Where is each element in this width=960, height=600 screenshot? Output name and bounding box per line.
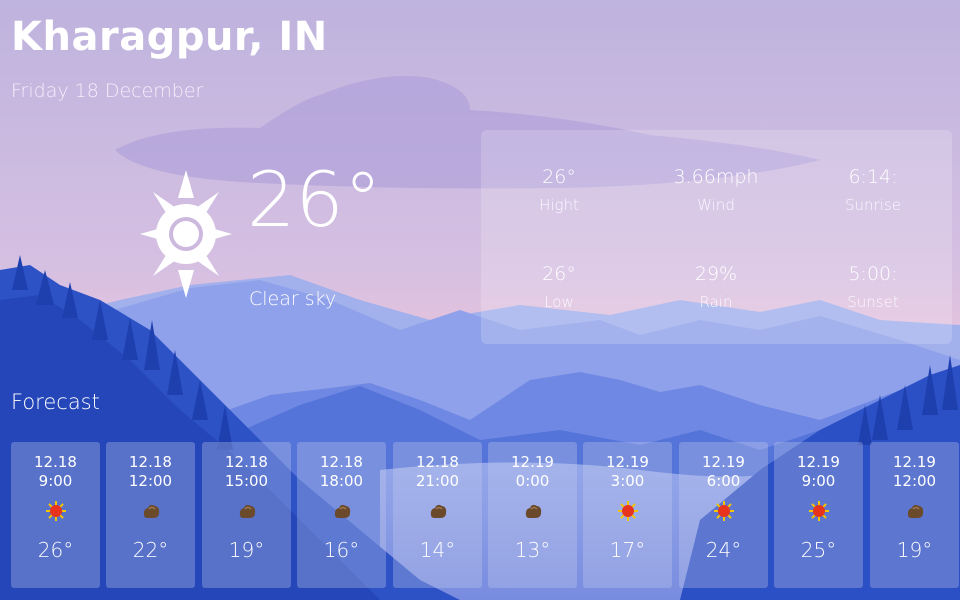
forecast-date: 12.19: [797, 453, 840, 471]
forecast-temperature: 26°: [37, 537, 74, 562]
forecast-date: 12.18: [225, 453, 268, 471]
stat-sunrise-label: Sunrise: [845, 196, 901, 214]
cloud-icon: [525, 504, 541, 518]
forecast-card[interactable]: 12.19 9:00 25°: [774, 442, 863, 588]
sun-icon: [808, 500, 829, 521]
stat-wind: 3.66mph Wind: [641, 166, 791, 214]
forecast-card[interactable]: 12.18 9:00 26°: [11, 442, 100, 588]
stat-sunset-value: 5:00:: [848, 263, 898, 285]
stat-low-value: 26°: [542, 263, 576, 285]
cloud-icon: [334, 504, 350, 518]
forecast-time: 18:00: [319, 471, 364, 490]
forecast-card[interactable]: 12.18 21:00 14°: [393, 442, 482, 588]
stat-low: 26° Low: [484, 263, 634, 311]
forecast-card[interactable]: 12.19 0:00 13°: [488, 442, 577, 588]
forecast-card[interactable]: 12.19 6:00 24°: [679, 442, 768, 588]
forecast-card[interactable]: 12.18 12:00 22°: [106, 442, 195, 588]
forecast-temperature: 22°: [132, 537, 169, 562]
stat-high-value: 26°: [542, 166, 576, 188]
sun-icon: [713, 500, 734, 521]
forecast-temperature: 17°: [609, 537, 646, 562]
forecast-time: 12:00: [128, 471, 173, 490]
city-name: Kharagpur, IN: [11, 14, 328, 60]
forecast-card[interactable]: 12.18 15:00 19°: [202, 442, 291, 588]
current-temperature: 26°: [247, 155, 382, 244]
forecast-time: 0:00: [515, 471, 550, 490]
stat-wind-value: 3.66mph: [673, 166, 759, 188]
cloud-icon: [430, 504, 446, 518]
forecast-time: 3:00: [610, 471, 645, 490]
forecast-date: 12.18: [320, 453, 363, 471]
forecast-temperature: 14°: [419, 537, 456, 562]
forecast-date: 12.19: [893, 453, 936, 471]
forecast-date: 12.18: [129, 453, 172, 471]
forecast-temperature: 19°: [228, 537, 265, 562]
forecast-date: 12.19: [511, 453, 554, 471]
forecast-temperature: 24°: [705, 537, 742, 562]
stat-sunset: 5:00: Sunset: [798, 263, 948, 311]
forecast-date: 12.18: [416, 453, 459, 471]
forecast-temperature: 25°: [800, 537, 837, 562]
stats-panel: 26° Hight 3.66mph Wind 6:14: Sunrise 26°…: [481, 130, 952, 344]
stat-sunrise: 6:14: Sunrise: [798, 166, 948, 214]
forecast-time: 9:00: [38, 471, 73, 490]
stat-rain-value: 29%: [694, 263, 738, 285]
forecast-time: 6:00: [706, 471, 741, 490]
stat-rain: 29% Rain: [641, 263, 791, 311]
forecast-date: 12.19: [702, 453, 745, 471]
forecast-temperature: 16°: [323, 537, 360, 562]
forecast-date: 12.18: [34, 453, 77, 471]
stat-rain-label: Rain: [699, 293, 733, 311]
stat-low-label: Low: [544, 293, 574, 311]
forecast-time: 21:00: [415, 471, 460, 490]
forecast-time: 9:00: [801, 471, 836, 490]
forecast-temperature: 19°: [896, 537, 933, 562]
forecast-card[interactable]: 12.18 18:00 16°: [297, 442, 386, 588]
forecast-time: 15:00: [224, 471, 269, 490]
stat-high-label: Hight: [539, 196, 579, 214]
forecast-temperature: 13°: [514, 537, 551, 562]
forecast-time: 12:00: [892, 471, 937, 490]
stat-wind-label: Wind: [697, 196, 735, 214]
sun-icon: [45, 500, 66, 521]
forecast-card[interactable]: 12.19 3:00 17°: [583, 442, 672, 588]
cloud-icon: [143, 504, 159, 518]
sun-icon: [140, 170, 232, 298]
current-date: Friday 18 December: [11, 80, 204, 102]
current-condition: Clear sky: [249, 288, 337, 310]
cloud-icon: [907, 504, 923, 518]
cloud-icon: [239, 504, 255, 518]
forecast-card[interactable]: 12.19 12:00 19°: [870, 442, 959, 588]
stat-sunset-label: Sunset: [847, 293, 899, 311]
stat-high: 26° Hight: [484, 166, 634, 214]
stat-sunrise-value: 6:14:: [848, 166, 898, 188]
forecast-date: 12.19: [606, 453, 649, 471]
sun-icon: [617, 500, 638, 521]
forecast-title: Forecast: [11, 390, 100, 414]
